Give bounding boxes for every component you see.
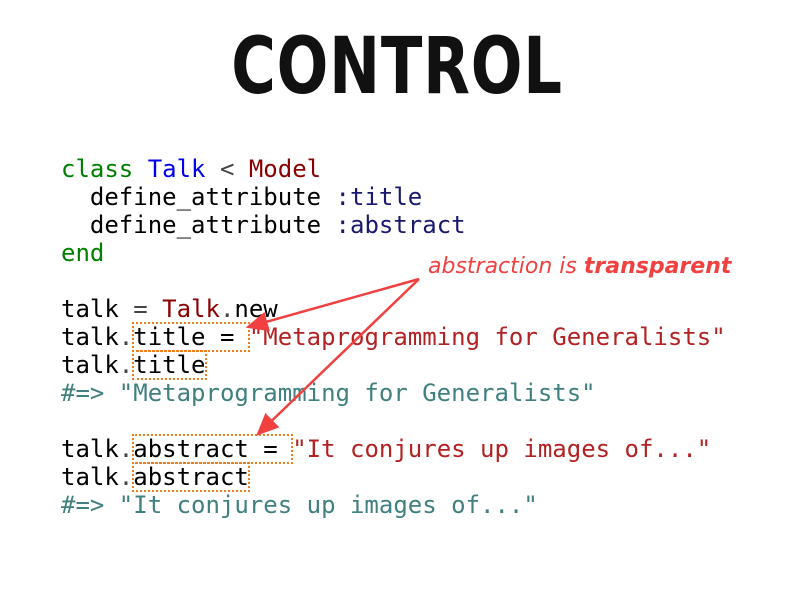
annotation-arrows	[245, 277, 420, 436]
